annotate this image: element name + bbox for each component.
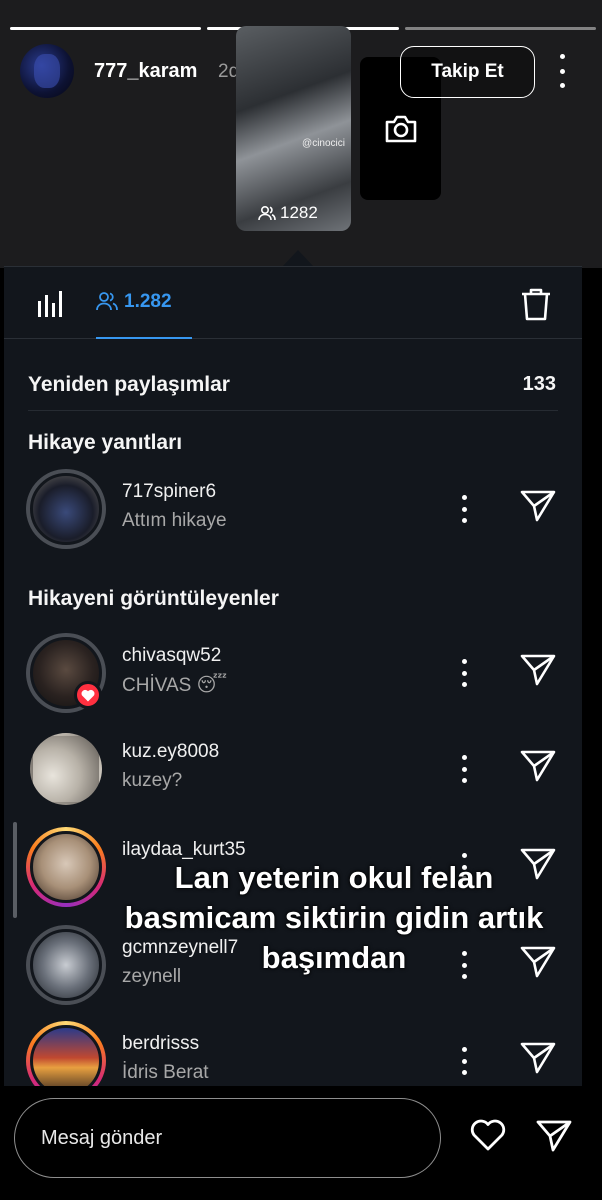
more-options-icon[interactable]: [460, 495, 468, 523]
send-icon: [520, 1042, 556, 1074]
tab-insights[interactable]: [36, 291, 64, 322]
story-username[interactable]: 777_karam: [94, 60, 197, 83]
sheet-tabs: 1.282: [4, 267, 582, 339]
share-button[interactable]: [536, 1119, 572, 1158]
people-icon: [96, 292, 118, 311]
reshares-count: 133: [522, 373, 556, 395]
send-icon: [520, 654, 556, 686]
overlay-line: başımdan: [261, 940, 407, 975]
viewer-username[interactable]: 717spiner6: [122, 481, 216, 503]
like-button[interactable]: [469, 1118, 507, 1157]
more-options-icon[interactable]: [460, 1047, 468, 1075]
bar-chart-icon: [38, 291, 62, 317]
tab-viewers[interactable]: 1.282: [96, 289, 192, 339]
message-bar: Mesaj gönder: [0, 1086, 602, 1200]
send-icon: [520, 490, 556, 522]
send-icon: [536, 1120, 572, 1152]
thumbnail-views-count: 1282: [280, 203, 318, 222]
more-options-icon[interactable]: [460, 659, 468, 687]
story-header: 777_karam 2d @cinocici 1282 Takip Et: [0, 0, 602, 268]
send-button[interactable]: [520, 489, 556, 528]
viewer-username[interactable]: chivasqw52: [122, 645, 221, 667]
overlay-line: Lan yeterin okul felan: [174, 860, 494, 895]
send-button[interactable]: [520, 749, 556, 788]
heart-icon: [470, 1119, 506, 1151]
overlay-line: basmicam siktirin gidin artık: [124, 900, 544, 935]
avatar[interactable]: [20, 44, 74, 98]
like-badge: [74, 681, 102, 709]
send-icon: [520, 750, 556, 782]
viewer-username[interactable]: kuz.ey8008: [122, 741, 219, 763]
reshares-label: Yeniden paylaşımlar: [28, 372, 230, 396]
follow-button[interactable]: Takip Et: [400, 46, 535, 98]
more-options-icon[interactable]: [460, 755, 468, 783]
list-item[interactable]: kuz.ey8008 kuzey?: [4, 729, 582, 809]
progress-segment: [404, 27, 596, 30]
reply-text: Attım hikaye: [122, 510, 227, 531]
list-item[interactable]: 717spiner6 Attım hikaye: [4, 469, 582, 549]
send-button[interactable]: [520, 653, 556, 692]
send-button[interactable]: [520, 1041, 556, 1080]
sheet-pointer: [282, 250, 314, 267]
message-input[interactable]: Mesaj gönder: [14, 1098, 441, 1178]
avatar[interactable]: [26, 469, 106, 549]
story-overlay-text: Lan yeterin okul felan basmicam siktirin…: [94, 858, 574, 978]
progress-segment: [10, 27, 202, 30]
reshares-row[interactable]: Yeniden paylaşımlar 133: [28, 359, 558, 411]
camera-icon: [385, 115, 416, 142]
delete-button[interactable]: [520, 287, 552, 326]
avatar[interactable]: [26, 729, 106, 809]
viewers-title: Hikayeni görüntüleyenler: [28, 587, 279, 610]
more-options-icon[interactable]: [552, 54, 572, 88]
story-thumbnail[interactable]: @cinocici 1282: [236, 26, 351, 231]
trash-icon: [522, 288, 550, 321]
viewers-count: 1.282: [124, 291, 172, 312]
list-item[interactable]: chivasqw52 CHİVAS 😴: [4, 633, 582, 713]
people-icon: [258, 205, 276, 221]
viewer-reply: CHİVAS 😴: [122, 675, 228, 696]
viewer-username[interactable]: berdrisss: [122, 1033, 199, 1055]
thumbnail-watermark: @cinocici: [302, 138, 345, 149]
viewer-reply: kuzey?: [122, 770, 183, 791]
thumbnail-views: 1282: [258, 203, 318, 223]
viewer-reply: İdris Berat: [122, 1062, 209, 1083]
heart-icon: [81, 689, 95, 701]
replies-title: Hikaye yanıtları: [28, 431, 183, 454]
scrollbar[interactable]: [13, 822, 17, 918]
